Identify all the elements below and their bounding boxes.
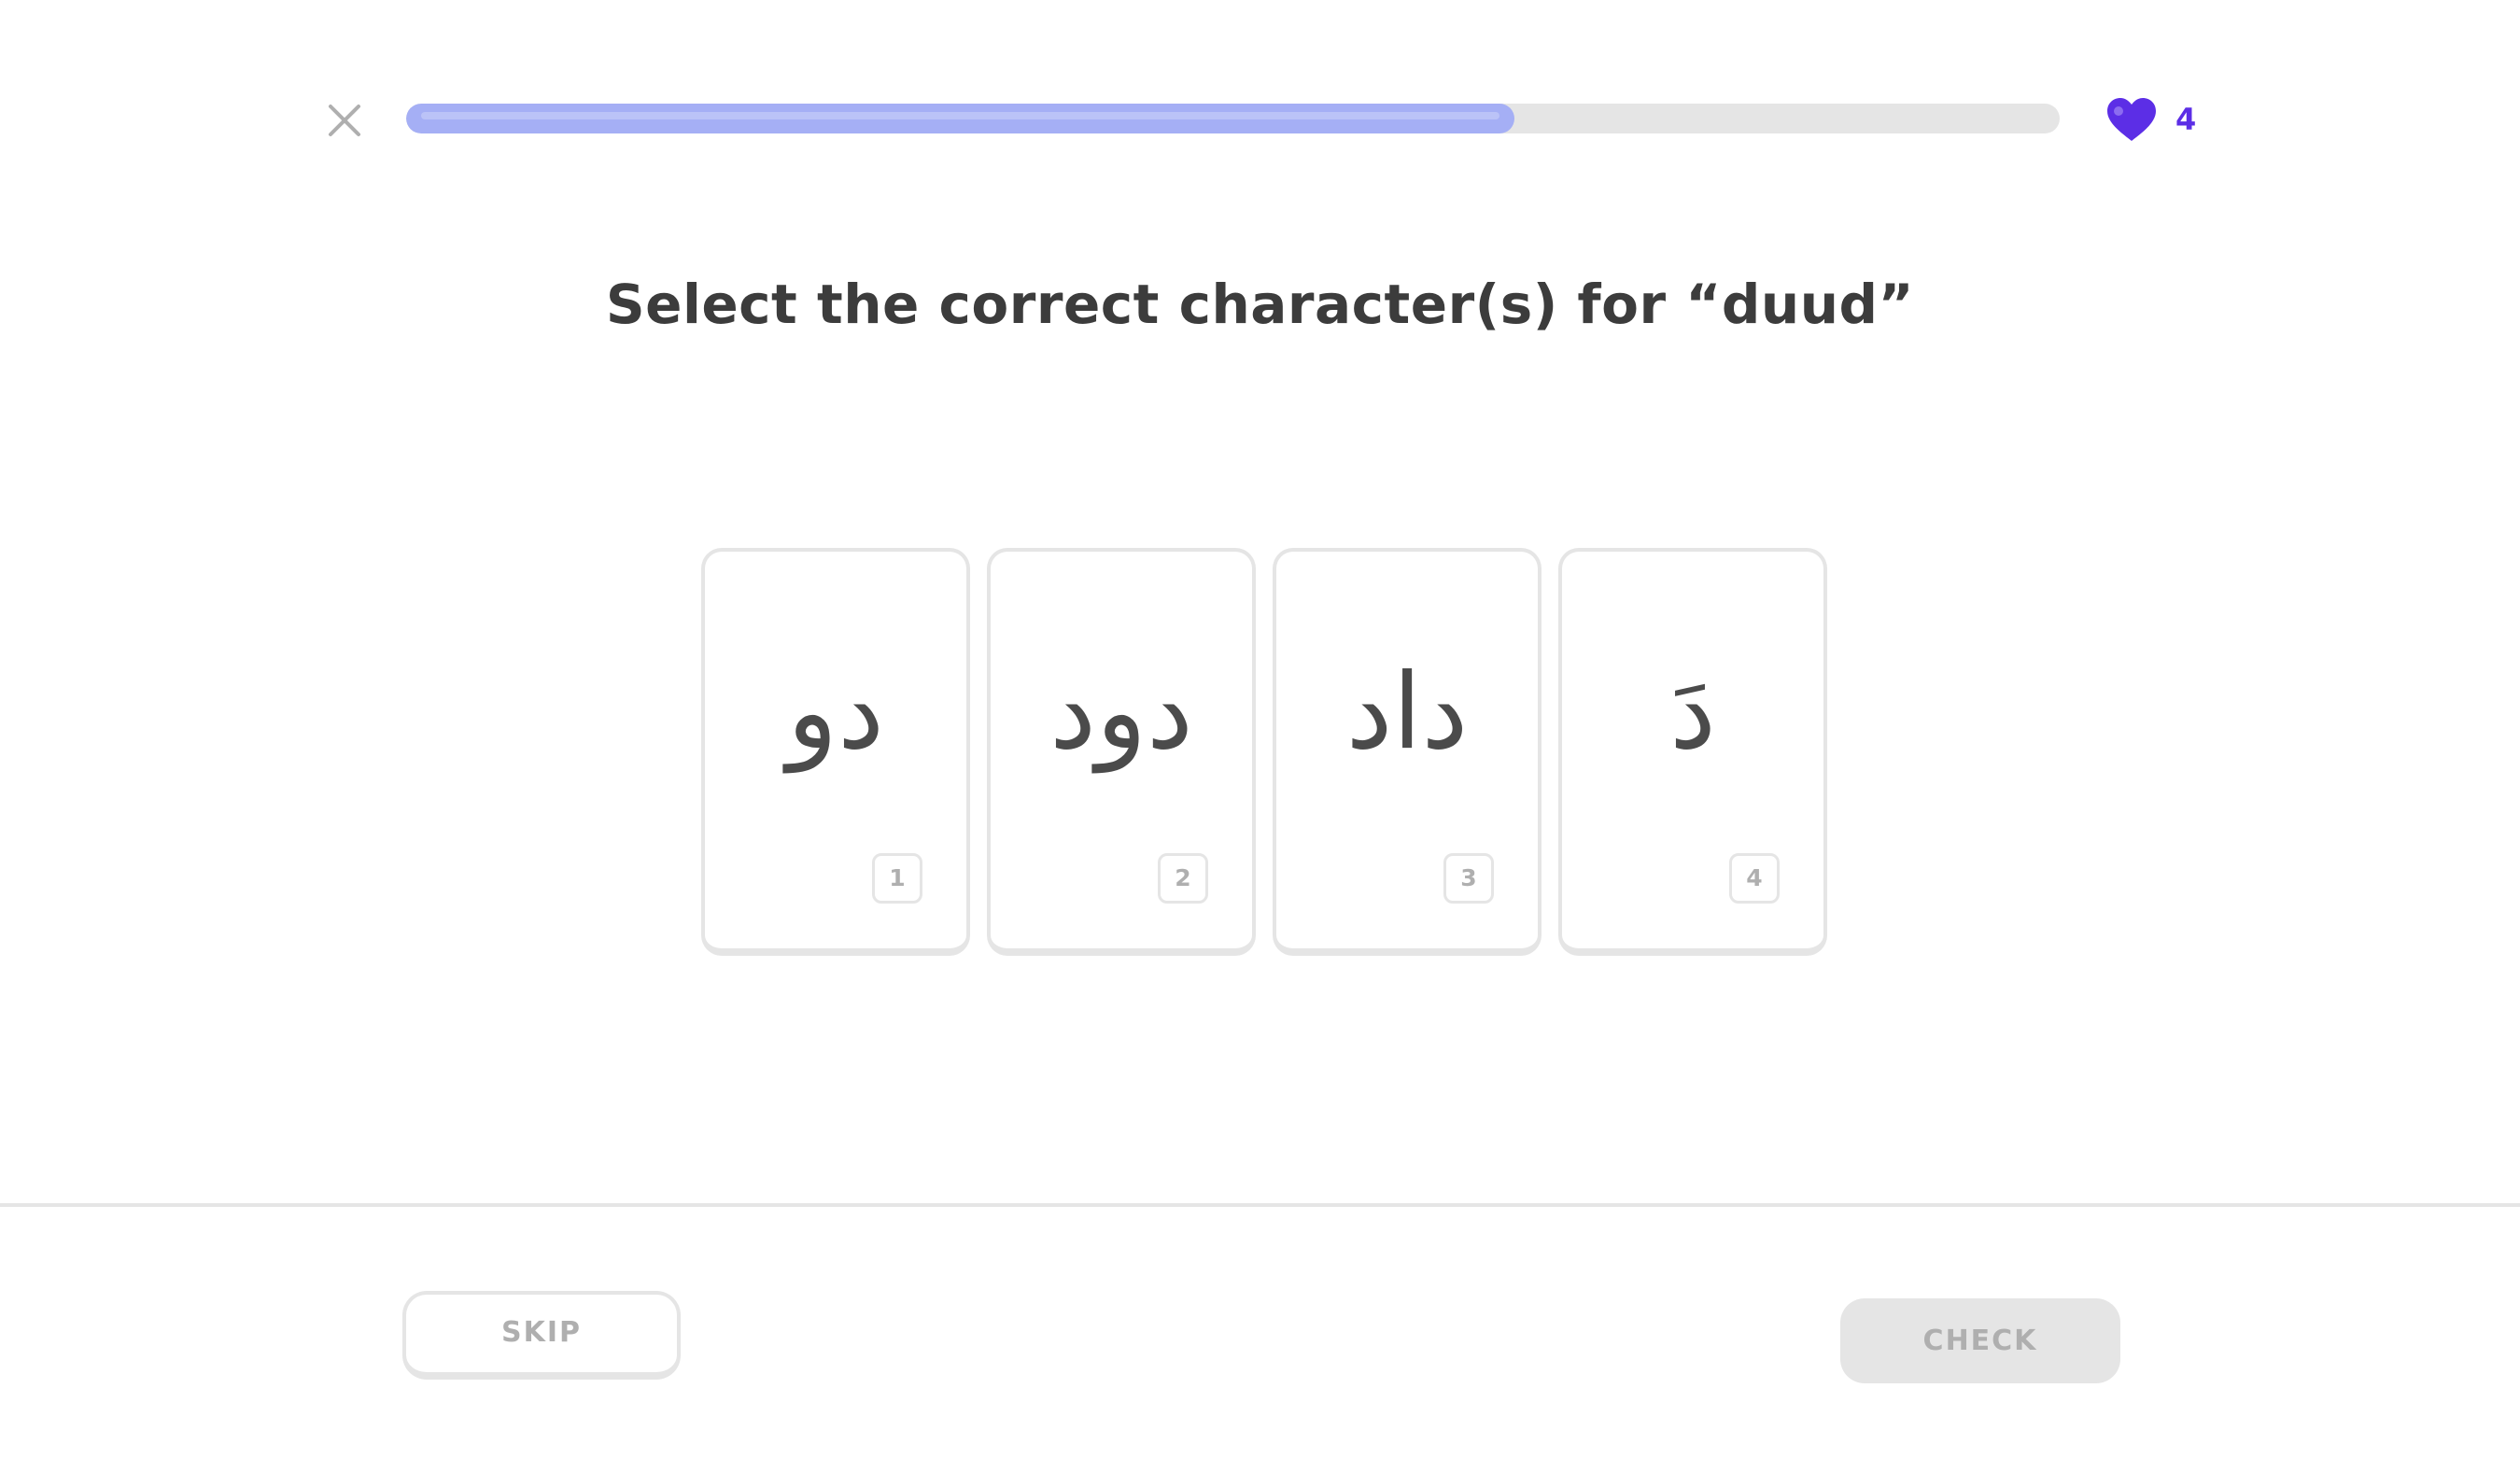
choice-character: دَ — [1669, 652, 1716, 773]
choice-card-2[interactable]: دود 2 — [987, 548, 1256, 956]
progress-fill — [406, 104, 1514, 133]
skip-button[interactable]: SKIP — [402, 1291, 681, 1380]
lesson-progress-bar — [406, 104, 2060, 133]
choice-character: داد — [1345, 652, 1469, 773]
heart-icon — [2107, 98, 2156, 141]
hearts-count: 4 — [2175, 102, 2197, 137]
check-button[interactable]: CHECK — [1840, 1298, 2120, 1383]
close-button[interactable] — [321, 97, 368, 144]
choice-key-hint: 4 — [1729, 853, 1780, 904]
choice-character: دو — [787, 652, 884, 773]
progress-shine — [421, 112, 1499, 119]
close-icon — [329, 105, 360, 136]
choice-card-4[interactable]: دَ 4 — [1558, 548, 1827, 956]
choice-list: دو 1 دود 2 داد 3 دَ 4 — [701, 548, 1827, 956]
choice-card-3[interactable]: داد 3 — [1273, 548, 1542, 956]
choice-key-hint: 1 — [872, 853, 922, 904]
lesson-page: 4 Select the correct character(s) for “d… — [0, 0, 2520, 1458]
hearts-counter[interactable]: 4 — [2105, 93, 2196, 146]
choice-key-hint: 2 — [1158, 853, 1208, 904]
choice-card-1[interactable]: دو 1 — [701, 548, 970, 956]
lesson-footer — [0, 1203, 2520, 1458]
challenge-prompt: Select the correct character(s) for “duu… — [605, 273, 1915, 336]
choice-key-hint: 3 — [1443, 853, 1494, 904]
choice-character: دود — [1049, 652, 1193, 773]
